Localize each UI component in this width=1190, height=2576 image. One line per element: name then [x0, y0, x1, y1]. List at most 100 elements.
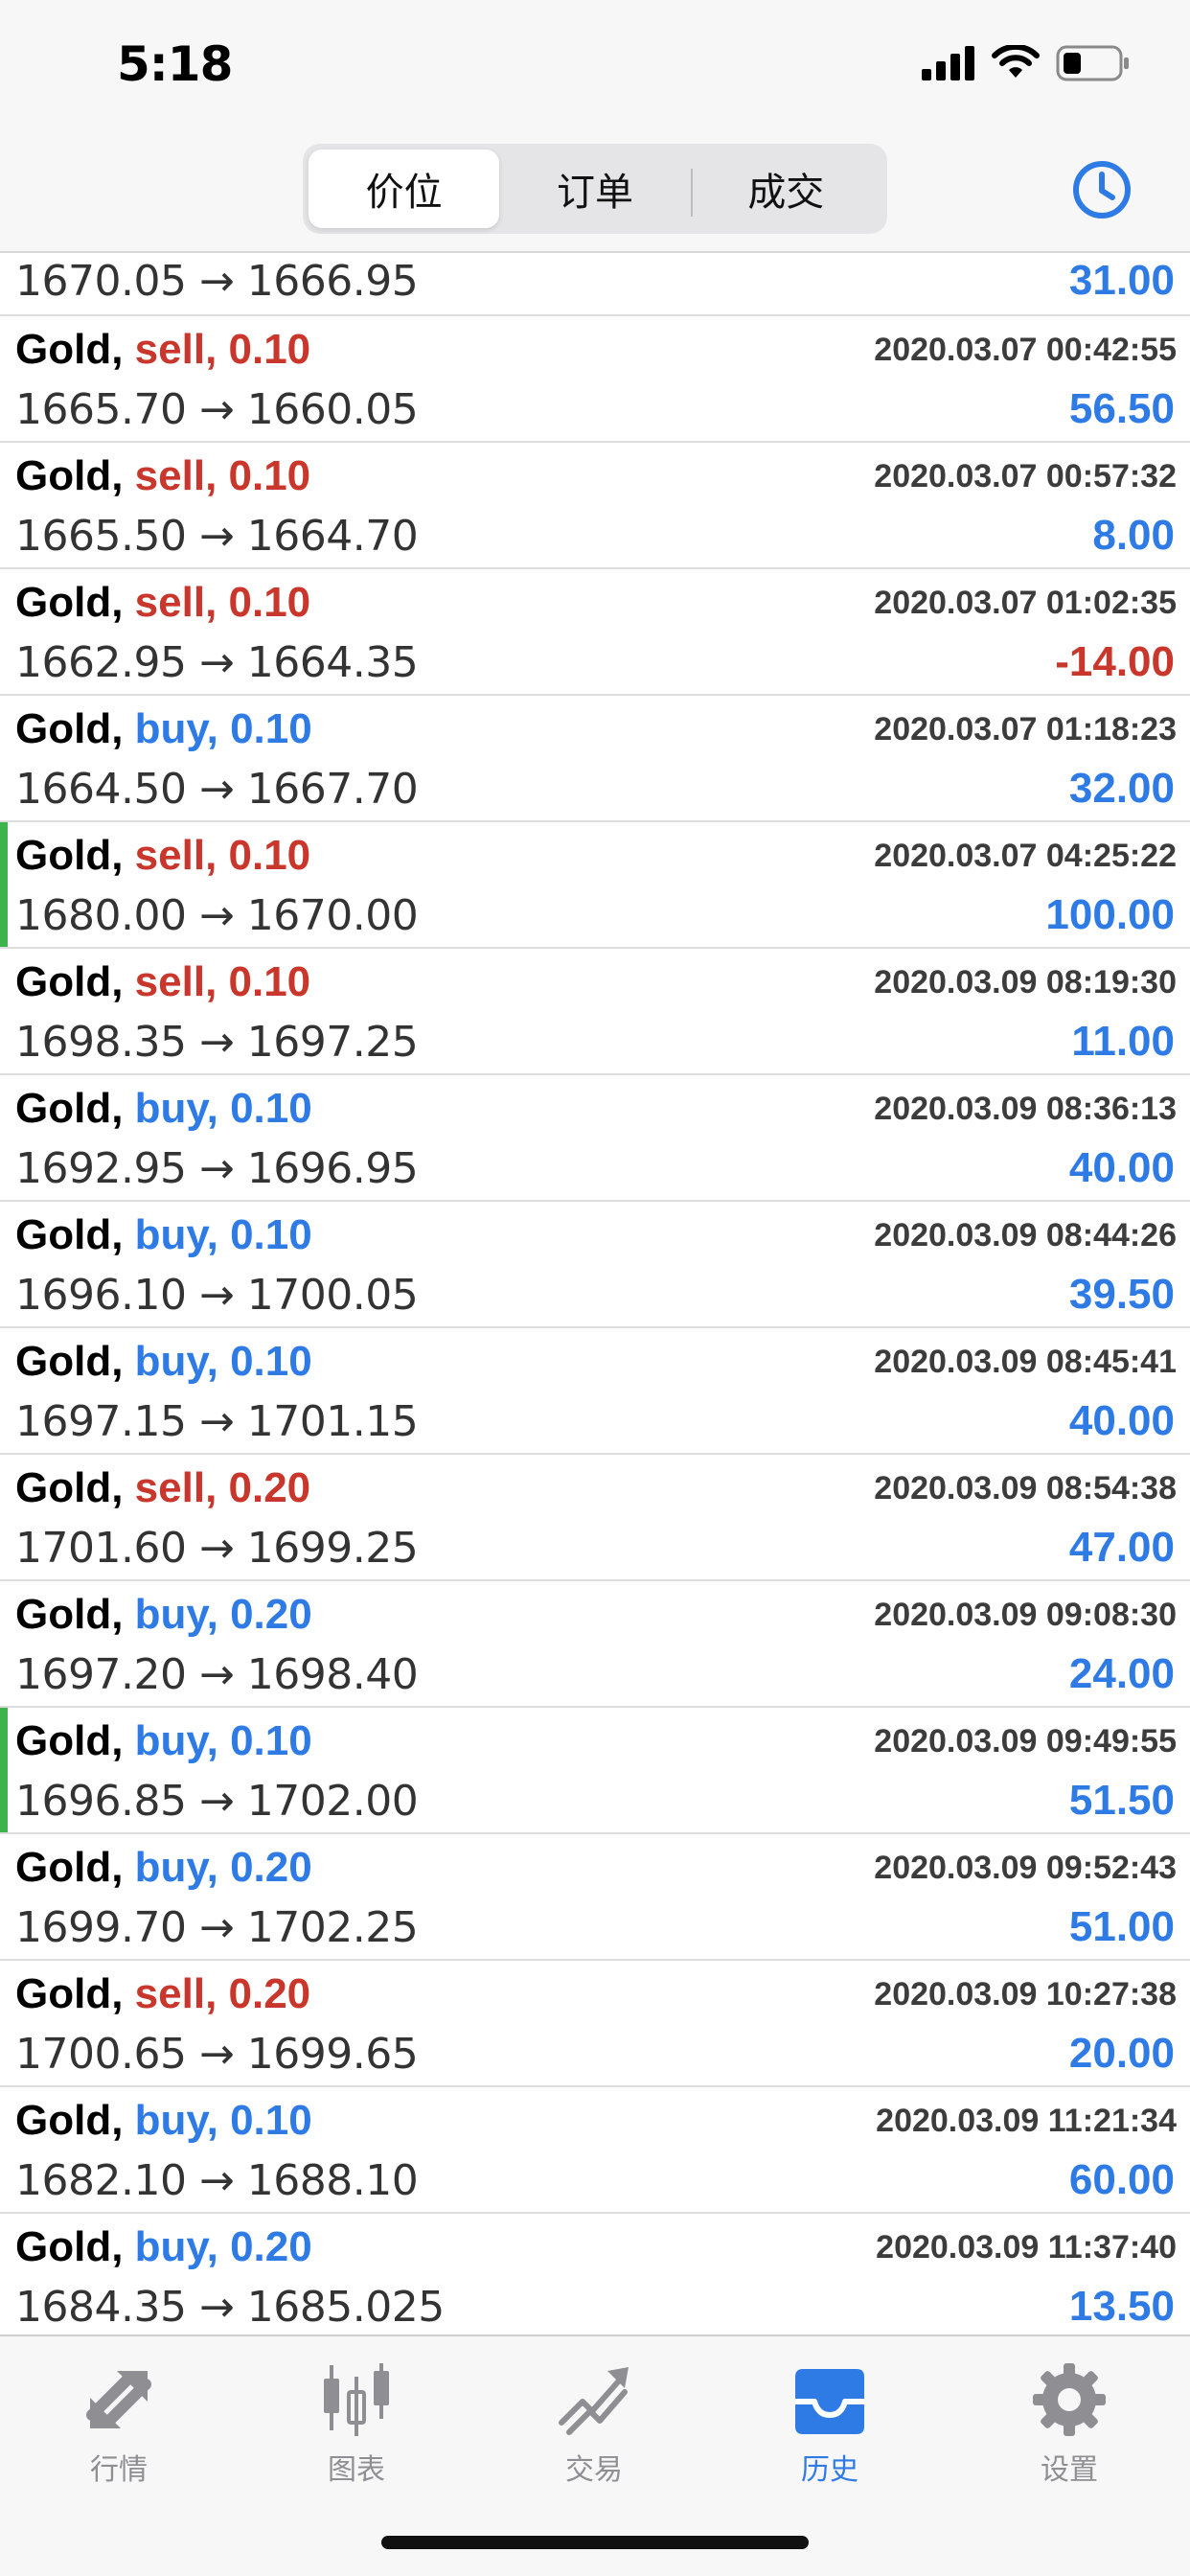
price-range: 1665.50 → 1664.70: [15, 512, 419, 561]
deal-symbol: Gold,: [15, 2223, 124, 2270]
deal-side-volume: buy, 0.20: [134, 2223, 312, 2270]
tab-settings[interactable]: 设置: [993, 2359, 1146, 2494]
segment-deals[interactable]: 成交: [690, 150, 881, 228]
deal-side-volume: buy, 0.10: [134, 1717, 312, 1764]
deal-row[interactable]: Gold, sell, 0.10 2020.03.07 00:57:32 1665.…: [0, 443, 1190, 569]
profit-value: 100.00: [1045, 891, 1175, 938]
deal-symbol: Gold,: [15, 1211, 124, 1258]
profit-value: 31.00: [1068, 257, 1175, 304]
quotes-icon: [86, 2371, 151, 2428]
price-range: 1699.70 → 1702.25: [15, 1903, 419, 1952]
profit-value: 39.50: [1068, 1271, 1175, 1318]
segmented-control: 价位 订单 成交: [303, 144, 887, 234]
deal-symbol: Gold,: [15, 1717, 124, 1764]
deal-side-volume: sell, 0.20: [134, 1970, 311, 2017]
price-range: 1696.10 → 1700.05: [15, 1271, 419, 1320]
deal-symbol: Gold,: [15, 832, 124, 879]
chart-icon: [324, 2363, 389, 2436]
price-range: 1662.95 → 1664.35: [15, 638, 419, 687]
tab-trade[interactable]: 交易: [517, 2359, 671, 2494]
status-bar: 5:18: [0, 0, 1190, 126]
deal-symbol: Gold,: [15, 1338, 124, 1385]
deal-time: 2020.03.07 01:02:35: [874, 585, 1177, 621]
home-indicator: [381, 2536, 809, 2549]
segment-price[interactable]: 价位: [309, 150, 500, 228]
tab-quotes[interactable]: 行情: [42, 2359, 195, 2494]
deal-row[interactable]: Gold, buy, 0.20 2020.03.09 11:37:40 1684.3…: [0, 2214, 1190, 2334]
tab-history-label: 历史: [801, 2453, 858, 2487]
deal-row[interactable]: Gold, buy, 0.10 2020.03.09 08:45:41 1697.1…: [0, 1328, 1190, 1455]
deal-row[interactable]: Gold, buy, 0.10 2020.03.09 08:44:26 1696.1…: [0, 1202, 1190, 1328]
tab-quotes-label: 行情: [90, 2453, 148, 2487]
price-range: 1664.50 → 1667.70: [15, 765, 419, 814]
deal-side-volume: sell, 0.10: [134, 452, 311, 499]
deal-row[interactable]: Gold, sell, 0.10 2020.03.07 00:42:55 1665.…: [0, 316, 1190, 443]
deal-side-volume: buy, 0.10: [134, 2097, 312, 2144]
deal-side-volume: buy, 0.20: [134, 1844, 312, 1891]
deal-row[interactable]: Gold, buy, 0.10 2020.03.09 08:36:13 1692.9…: [0, 1075, 1190, 1202]
price-range: 1670.05 → 1666.95: [15, 257, 419, 306]
list-item-partial[interactable]: 1670.05 → 1666.95 31.00: [0, 253, 1190, 316]
tab-chart-label: 图表: [328, 2453, 385, 2487]
deal-row[interactable]: Gold, buy, 0.10 2020.03.07 01:18:23 1664.5…: [0, 696, 1190, 822]
profit-value: 51.50: [1068, 1777, 1175, 1824]
deal-title: Gold, sell, 0.10: [15, 832, 310, 880]
deal-row[interactable]: Gold, sell, 0.20 2020.03.09 10:27:38 1700.…: [0, 1961, 1190, 2087]
deal-time: 2020.03.07 04:25:22: [874, 838, 1177, 874]
deal-side-volume: buy, 0.10: [134, 1211, 312, 1258]
deal-symbol: Gold,: [15, 1464, 124, 1511]
deal-symbol: Gold,: [15, 2097, 124, 2144]
price-range: 1700.65 → 1699.65: [15, 2030, 419, 2079]
profit-value: 20.00: [1068, 2030, 1175, 2077]
profit-value: 40.00: [1068, 1144, 1175, 1191]
price-range: 1701.60 → 1699.25: [15, 1524, 419, 1573]
profit-value: 60.00: [1068, 2156, 1175, 2203]
tab-settings-label: 设置: [1041, 2453, 1098, 2487]
deal-row[interactable]: Gold, buy, 0.10 2020.03.09 11:21:34 1682.1…: [0, 2087, 1190, 2214]
deal-side-volume: sell, 0.10: [134, 958, 311, 1005]
deal-row[interactable]: Gold, sell, 0.10 2020.03.07 01:02:35 1662.…: [0, 569, 1190, 696]
deal-title: Gold, sell, 0.20: [15, 1464, 310, 1512]
deal-side-volume: buy, 0.20: [134, 1591, 312, 1638]
battery-icon: [1056, 45, 1129, 81]
tab-history[interactable]: 历史: [753, 2359, 906, 2494]
profit-value: 51.00: [1068, 1903, 1175, 1950]
deal-title: Gold, buy, 0.20: [15, 1591, 312, 1639]
deal-title: Gold, buy, 0.10: [15, 1717, 312, 1765]
deal-row[interactable]: Gold, buy, 0.20 2020.03.09 09:08:30 1697.2…: [0, 1581, 1190, 1708]
deal-title: Gold, sell, 0.20: [15, 1970, 310, 2018]
profit-value: 24.00: [1068, 1650, 1175, 1697]
deal-time: 2020.03.09 09:49:55: [874, 1723, 1177, 1760]
deal-symbol: Gold,: [15, 1970, 124, 2017]
deal-row[interactable]: Gold, sell, 0.10 2020.03.07 04:25:22 1680.…: [0, 822, 1190, 949]
profit-value: 32.00: [1068, 765, 1175, 812]
tab-chart[interactable]: 图表: [280, 2359, 433, 2494]
profit-value: 13.50: [1068, 2283, 1175, 2330]
deal-symbol: Gold,: [15, 705, 124, 752]
deal-side-volume: sell, 0.20: [134, 1464, 311, 1511]
deal-symbol: Gold,: [15, 1591, 124, 1638]
deal-title: Gold, sell, 0.10: [15, 452, 310, 500]
deal-title: Gold, sell, 0.10: [15, 958, 310, 1006]
deal-side-volume: buy, 0.10: [134, 1085, 312, 1132]
profit-value: 11.00: [1071, 1018, 1175, 1065]
deal-row[interactable]: Gold, buy, 0.10 2020.03.09 09:49:55 1696.8…: [0, 1708, 1190, 1834]
price-range: 1697.20 → 1698.40: [15, 1650, 419, 1699]
deal-time: 2020.03.09 08:36:13: [874, 1091, 1177, 1127]
price-range: 1698.35 → 1697.25: [15, 1018, 419, 1067]
deal-time: 2020.03.09 08:54:38: [874, 1470, 1177, 1506]
deal-symbol: Gold,: [15, 452, 124, 499]
price-range: 1680.00 → 1670.00: [15, 891, 419, 940]
history-list[interactable]: 1670.05 → 1666.95 31.00 Gold, sell, 0.10…: [0, 253, 1190, 2334]
deal-row[interactable]: Gold, sell, 0.20 2020.03.09 08:54:38 1701.…: [0, 1455, 1190, 1581]
deal-side-volume: sell, 0.10: [134, 326, 311, 373]
deal-row[interactable]: Gold, sell, 0.10 2020.03.09 08:19:30 1698.…: [0, 949, 1190, 1075]
deal-row[interactable]: Gold, buy, 0.20 2020.03.09 09:52:43 1699.7…: [0, 1834, 1190, 1961]
deal-symbol: Gold,: [15, 1844, 124, 1891]
deal-time: 2020.03.09 08:45:41: [874, 1344, 1177, 1380]
deal-title: Gold, buy, 0.10: [15, 2097, 312, 2145]
clock-icon[interactable]: [1071, 159, 1133, 220]
segment-orders[interactable]: 订单: [499, 150, 690, 228]
profit-value: -14.00: [1055, 638, 1175, 685]
deal-symbol: Gold,: [15, 958, 124, 1005]
